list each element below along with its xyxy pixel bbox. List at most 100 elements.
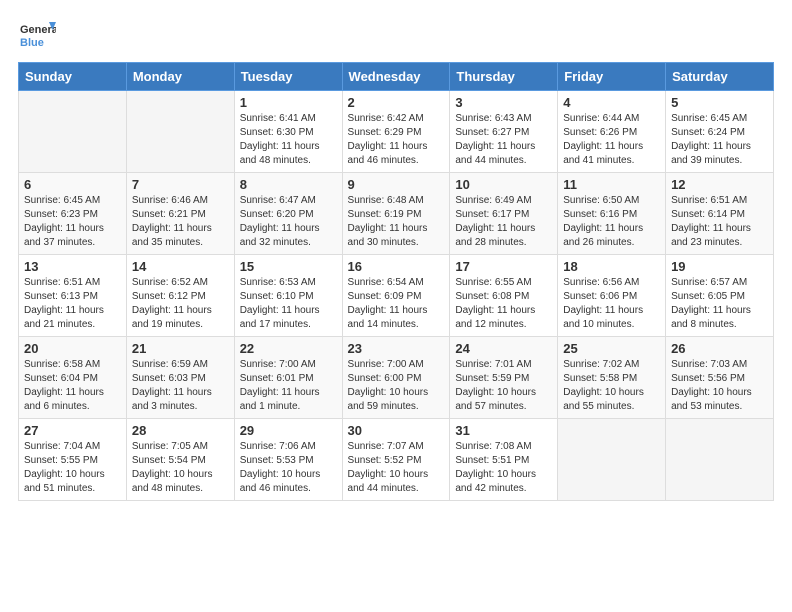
day-number: 27	[24, 423, 121, 438]
logo-icon: General Blue	[20, 18, 56, 54]
calendar-cell: 3Sunrise: 6:43 AM Sunset: 6:27 PM Daylig…	[450, 91, 558, 173]
calendar-cell: 12 Sunrise: 6:51 AM Sunset: 6:14 PM Dayli…	[666, 173, 774, 255]
day-info: Sunrise: 6:52 AM Sunset: 6:12 PM Dayligh…	[132, 276, 229, 332]
calendar-cell: 28 Sunrise: 7:05 AM Sunset: 5:54 PM Dayli…	[126, 419, 234, 501]
calendar-cell: 11 Sunrise: 6:50 AM Sunset: 6:16 PM Dayli…	[558, 173, 666, 255]
calendar-cell: 31 Sunrise: 7:08 AM Sunset: 5:51 PM Dayli…	[450, 419, 558, 501]
day-number: 23	[348, 341, 445, 356]
day-info: Sunrise: 7:00 AM Sunset: 6:00 PM Dayligh…	[348, 358, 445, 414]
day-info: Sunrise: 7:08 AM Sunset: 5:51 PM Dayligh…	[455, 440, 552, 496]
svg-text:General: General	[20, 24, 56, 36]
calendar-table: SundayMondayTuesdayWednesdayThursdayFrid…	[18, 62, 774, 501]
day-info: Sunrise: 7:06 AM Sunset: 5:53 PM Dayligh…	[240, 440, 337, 496]
day-number: 9	[348, 177, 445, 192]
day-info: Sunrise: 6:58 AM Sunset: 6:04 PM Dayligh…	[24, 358, 121, 414]
day-number: 21	[132, 341, 229, 356]
calendar-cell	[126, 91, 234, 173]
calendar-cell: 21Sunrise: 6:59 AM Sunset: 6:03 PM Dayli…	[126, 337, 234, 419]
day-number: 24	[455, 341, 552, 356]
calendar-cell	[558, 419, 666, 501]
calendar-cell: 22Sunrise: 7:00 AM Sunset: 6:01 PM Dayli…	[234, 337, 342, 419]
day-info: Sunrise: 6:53 AM Sunset: 6:10 PM Dayligh…	[240, 276, 337, 332]
header: General Blue	[10, 10, 782, 58]
day-number: 26	[671, 341, 768, 356]
day-number: 13	[24, 259, 121, 274]
day-number: 30	[348, 423, 445, 438]
calendar-cell: 15 Sunrise: 6:53 AM Sunset: 6:10 PM Dayli…	[234, 255, 342, 337]
day-number: 20	[24, 341, 121, 356]
week-row-4: 27Sunrise: 7:04 AM Sunset: 5:55 PM Dayli…	[19, 419, 774, 501]
day-number: 18	[563, 259, 660, 274]
header-day-saturday: Saturday	[666, 63, 774, 91]
calendar-cell: 18 Sunrise: 6:56 AM Sunset: 6:06 PM Dayli…	[558, 255, 666, 337]
day-info: Sunrise: 6:41 AM Sunset: 6:30 PM Dayligh…	[240, 112, 337, 168]
calendar-cell	[666, 419, 774, 501]
calendar-cell: 8 Sunrise: 6:47 AM Sunset: 6:20 PM Daylig…	[234, 173, 342, 255]
calendar-cell: 20 Sunrise: 6:58 AM Sunset: 6:04 PM Dayli…	[19, 337, 127, 419]
logo: General Blue	[20, 18, 56, 54]
calendar-cell: 4 Sunrise: 6:44 AM Sunset: 6:26 PM Daylig…	[558, 91, 666, 173]
day-number: 31	[455, 423, 552, 438]
day-number: 16	[348, 259, 445, 274]
calendar-cell: 27Sunrise: 7:04 AM Sunset: 5:55 PM Dayli…	[19, 419, 127, 501]
calendar-cell: 30 Sunrise: 7:07 AM Sunset: 5:52 PM Dayli…	[342, 419, 450, 501]
calendar-wrapper: SundayMondayTuesdayWednesdayThursdayFrid…	[10, 58, 782, 509]
day-info: Sunrise: 7:03 AM Sunset: 5:56 PM Dayligh…	[671, 358, 768, 414]
calendar-cell: 16 Sunrise: 6:54 AM Sunset: 6:09 PM Dayli…	[342, 255, 450, 337]
svg-text:Blue: Blue	[20, 37, 44, 49]
day-number: 7	[132, 177, 229, 192]
day-number: 6	[24, 177, 121, 192]
calendar-cell: 23 Sunrise: 7:00 AM Sunset: 6:00 PM Dayli…	[342, 337, 450, 419]
day-number: 14	[132, 259, 229, 274]
calendar-cell: 14 Sunrise: 6:52 AM Sunset: 6:12 PM Dayli…	[126, 255, 234, 337]
day-info: Sunrise: 6:56 AM Sunset: 6:06 PM Dayligh…	[563, 276, 660, 332]
day-info: Sunrise: 7:07 AM Sunset: 5:52 PM Dayligh…	[348, 440, 445, 496]
day-info: Sunrise: 6:45 AM Sunset: 6:24 PM Dayligh…	[671, 112, 768, 168]
header-day-tuesday: Tuesday	[234, 63, 342, 91]
day-info: Sunrise: 6:54 AM Sunset: 6:09 PM Dayligh…	[348, 276, 445, 332]
header-day-sunday: Sunday	[19, 63, 127, 91]
day-number: 12	[671, 177, 768, 192]
calendar-cell: 26 Sunrise: 7:03 AM Sunset: 5:56 PM Dayli…	[666, 337, 774, 419]
day-info: Sunrise: 6:44 AM Sunset: 6:26 PM Dayligh…	[563, 112, 660, 168]
calendar-cell: 17Sunrise: 6:55 AM Sunset: 6:08 PM Dayli…	[450, 255, 558, 337]
week-row-3: 20 Sunrise: 6:58 AM Sunset: 6:04 PM Dayli…	[19, 337, 774, 419]
calendar-cell	[19, 91, 127, 173]
day-info: Sunrise: 6:57 AM Sunset: 6:05 PM Dayligh…	[671, 276, 768, 332]
day-number: 11	[563, 177, 660, 192]
calendar-cell: 7Sunrise: 6:46 AM Sunset: 6:21 PM Daylig…	[126, 173, 234, 255]
day-info: Sunrise: 7:01 AM Sunset: 5:59 PM Dayligh…	[455, 358, 552, 414]
day-info: Sunrise: 6:50 AM Sunset: 6:16 PM Dayligh…	[563, 194, 660, 250]
calendar-cell: 1Sunrise: 6:41 AM Sunset: 6:30 PM Daylig…	[234, 91, 342, 173]
day-info: Sunrise: 6:55 AM Sunset: 6:08 PM Dayligh…	[455, 276, 552, 332]
day-number: 28	[132, 423, 229, 438]
calendar-cell: 9 Sunrise: 6:48 AM Sunset: 6:19 PM Daylig…	[342, 173, 450, 255]
day-info: Sunrise: 6:45 AM Sunset: 6:23 PM Dayligh…	[24, 194, 121, 250]
calendar-cell: 24 Sunrise: 7:01 AM Sunset: 5:59 PM Dayli…	[450, 337, 558, 419]
day-info: Sunrise: 7:00 AM Sunset: 6:01 PM Dayligh…	[240, 358, 337, 414]
day-info: Sunrise: 6:48 AM Sunset: 6:19 PM Dayligh…	[348, 194, 445, 250]
day-number: 19	[671, 259, 768, 274]
day-info: Sunrise: 6:47 AM Sunset: 6:20 PM Dayligh…	[240, 194, 337, 250]
calendar-cell: 13Sunrise: 6:51 AM Sunset: 6:13 PM Dayli…	[19, 255, 127, 337]
day-info: Sunrise: 6:42 AM Sunset: 6:29 PM Dayligh…	[348, 112, 445, 168]
header-day-thursday: Thursday	[450, 63, 558, 91]
day-number: 29	[240, 423, 337, 438]
day-number: 4	[563, 95, 660, 110]
day-number: 25	[563, 341, 660, 356]
calendar-cell: 25Sunrise: 7:02 AM Sunset: 5:58 PM Dayli…	[558, 337, 666, 419]
day-number: 8	[240, 177, 337, 192]
header-row: SundayMondayTuesdayWednesdayThursdayFrid…	[19, 63, 774, 91]
header-day-wednesday: Wednesday	[342, 63, 450, 91]
day-info: Sunrise: 7:05 AM Sunset: 5:54 PM Dayligh…	[132, 440, 229, 496]
calendar-cell: 6 Sunrise: 6:45 AM Sunset: 6:23 PM Daylig…	[19, 173, 127, 255]
calendar-cell: 19 Sunrise: 6:57 AM Sunset: 6:05 PM Dayli…	[666, 255, 774, 337]
day-number: 15	[240, 259, 337, 274]
day-number: 5	[671, 95, 768, 110]
day-info: Sunrise: 6:43 AM Sunset: 6:27 PM Dayligh…	[455, 112, 552, 168]
week-row-2: 13Sunrise: 6:51 AM Sunset: 6:13 PM Dayli…	[19, 255, 774, 337]
day-number: 2	[348, 95, 445, 110]
day-info: Sunrise: 6:51 AM Sunset: 6:14 PM Dayligh…	[671, 194, 768, 250]
day-info: Sunrise: 6:49 AM Sunset: 6:17 PM Dayligh…	[455, 194, 552, 250]
day-number: 10	[455, 177, 552, 192]
